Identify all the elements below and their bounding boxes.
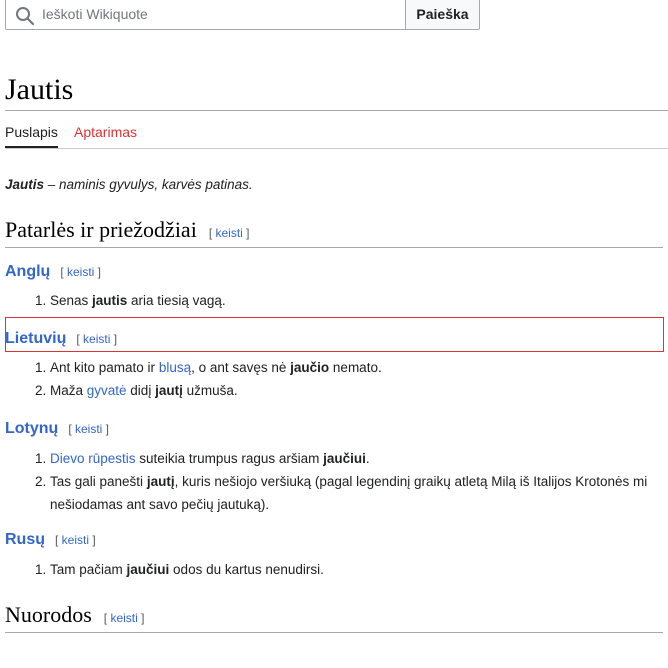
- section-heading-links: Nuorodos [ keisti ]: [5, 601, 663, 633]
- section-title-links: Nuorodos: [5, 602, 92, 627]
- search-icon: [16, 7, 35, 26]
- section-heading-russian: Rusų [ keisti ]: [5, 529, 96, 551]
- section-title-russian[interactable]: Rusų: [5, 531, 45, 548]
- edit-section-russian: [ keisti ]: [55, 533, 96, 547]
- search-bar: Paieška: [5, 0, 481, 30]
- edit-link-russian[interactable]: keisti: [62, 533, 89, 547]
- intro-subject: Jautis: [5, 177, 45, 192]
- tab-talk[interactable]: Aptarimas: [74, 124, 137, 140]
- list-russian: 1. Tam pačiam jaučiui odos du kartus nenu…: [35, 558, 324, 581]
- wiki-link[interactable]: gyvatė: [87, 383, 127, 398]
- list-item: 2. Tas gali panešti jautį, kuris nešiojo …: [35, 474, 648, 512]
- list-lithuanian: 1. Ant kito pamato ir blusą, o ant savęs …: [35, 356, 382, 402]
- section-title-proverbs: Patarlės ir priežodžiai: [5, 217, 197, 242]
- edit-section-english: [ keisti ]: [60, 265, 102, 279]
- page-tabs: Puslapis Aptarimas: [5, 112, 668, 149]
- edit-link-proverbs[interactable]: keisti: [215, 226, 242, 240]
- edit-link-english[interactable]: keisti: [67, 265, 94, 279]
- edit-section-proverbs: [ keisti ]: [208, 226, 250, 240]
- edit-link-lithuanian[interactable]: keisti: [83, 332, 110, 346]
- intro-definition: – naminis gyvulys, karvės patinas.: [44, 177, 253, 192]
- list-english: 1. Senas jautis aria tiesią vagą.: [35, 289, 226, 312]
- section-heading-english: Anglų [ keisti ]: [5, 261, 101, 283]
- section-title-latin[interactable]: Lotynų: [5, 420, 58, 437]
- section-heading-latin: Lotynų [ keisti ]: [5, 418, 109, 440]
- edit-link-links[interactable]: keisti: [110, 611, 137, 625]
- section-heading-lithuanian: Lietuvių [ keisti ]: [5, 328, 117, 350]
- edit-link-latin[interactable]: keisti: [75, 422, 102, 436]
- page-title: Jautis: [5, 70, 668, 111]
- wiki-link[interactable]: blusą: [159, 360, 191, 375]
- section-title-english[interactable]: Anglų: [5, 263, 50, 280]
- section-heading-proverbs: Patarlės ir priežodžiai [ keisti ]: [5, 216, 663, 248]
- section-title-lithuanian[interactable]: Lietuvių: [5, 330, 66, 347]
- edit-section-lithuanian: [ keisti ]: [76, 332, 118, 346]
- list-item: 2. Maža gyvatė didį jautį užmuša.: [35, 383, 238, 398]
- list-latin: 1. Dievo rūpestis suteikia trumpus ragus …: [35, 447, 668, 516]
- tab-page[interactable]: Puslapis: [5, 124, 58, 140]
- search-box[interactable]: [5, 0, 407, 30]
- active-tab-indicator: [5, 146, 58, 148]
- list-item: 1. Senas jautis aria tiesią vagą.: [35, 293, 226, 308]
- search-input[interactable]: [42, 4, 392, 24]
- wiki-link[interactable]: Dievo rūpestis: [50, 451, 136, 466]
- list-item: 1. Ant kito pamato ir blusą, o ant savęs …: [35, 360, 382, 375]
- edit-section-latin: [ keisti ]: [68, 422, 110, 436]
- list-item: 1. Tam pačiam jaučiui odos du kartus nenu…: [35, 562, 324, 577]
- intro-text: Jautis – naminis gyvulys, karvės patinas…: [5, 176, 253, 194]
- edit-section-links: [ keisti ]: [103, 611, 145, 625]
- search-button[interactable]: Paieška: [405, 0, 480, 30]
- list-item: 1. Dievo rūpestis suteikia trumpus ragus …: [35, 451, 370, 466]
